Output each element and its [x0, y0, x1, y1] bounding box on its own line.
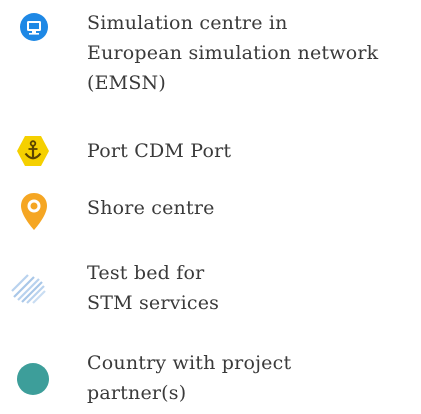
- anchor-port-icon: [17, 136, 49, 166]
- legend-item-test-bed: Test bed for STM services: [0, 255, 421, 325]
- legend-label-line: partner(s): [87, 382, 187, 404]
- legend-label-line: Port CDM Port: [87, 140, 232, 162]
- legend-item-port-cdm: Port CDM Port: [0, 135, 421, 175]
- legend-label: Simulation centre in European simulation…: [87, 8, 378, 98]
- legend-label-line: Shore centre: [87, 197, 215, 219]
- simulation-centre-icon: [20, 13, 48, 41]
- map-legend: Simulation centre in European simulation…: [0, 0, 421, 414]
- legend-label: Test bed for STM services: [87, 258, 219, 318]
- map-pin-icon: [21, 193, 47, 230]
- legend-label-line: Simulation centre in: [87, 12, 288, 34]
- legend-label-line: European simulation network: [87, 42, 379, 64]
- hatched-test-bed-icon: [11, 274, 46, 304]
- legend-label-line: STM services: [87, 292, 220, 314]
- country-circle-icon: [17, 363, 49, 395]
- legend-label: Country with project partner(s): [87, 348, 291, 408]
- legend-label-line: Test bed for: [87, 262, 205, 284]
- legend-label: Port CDM Port: [87, 136, 231, 166]
- legend-item-shore-centre: Shore centre: [0, 188, 421, 238]
- legend-label-line: Country with project: [87, 352, 292, 374]
- legend-label: Shore centre: [87, 193, 215, 223]
- legend-label-line: (EMSN): [87, 72, 166, 94]
- legend-item-country-partner: Country with project partner(s): [0, 343, 421, 413]
- legend-item-simulation-centre: Simulation centre in European simulation…: [0, 0, 421, 120]
